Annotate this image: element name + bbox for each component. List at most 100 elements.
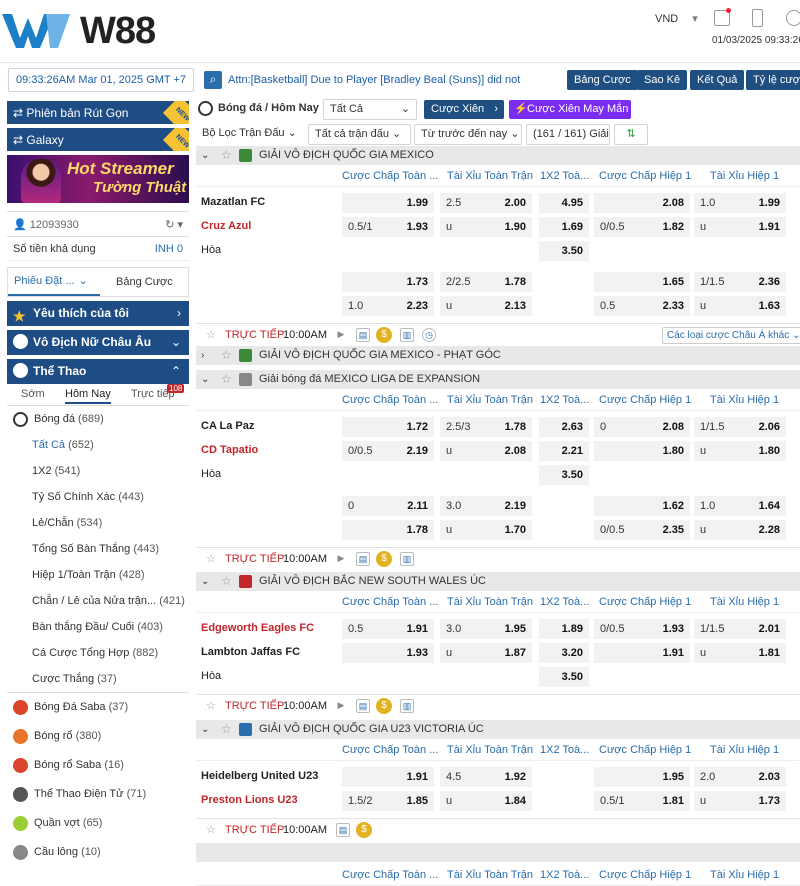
odds-cell[interactable]: 0/0.5 2.19 <box>342 441 434 461</box>
statement-button[interactable]: Sao Kê <box>637 70 688 90</box>
sport-item[interactable]: Bóng rổ Saba (16) <box>7 751 189 780</box>
results-button[interactable]: Kết Quả <box>690 70 745 90</box>
cashout-coin-icon[interactable]: $ <box>376 327 392 343</box>
odds-cell[interactable]: 3.0 1.95 <box>440 619 532 639</box>
lucky-parlay-button[interactable]: ⚡ Cược Xiên May Mắn <box>509 100 631 119</box>
football-submenu-item[interactable]: Tổng Số Bàn Thắng (443) <box>7 536 189 562</box>
star-icon[interactable]: ☆ <box>221 146 232 165</box>
history-icon[interactable]: ◷ <box>422 328 436 342</box>
odds-cell[interactable]: 1.73 <box>342 272 434 292</box>
search-icon[interactable]: ⌕ <box>204 71 222 89</box>
bet-slip-tab[interactable]: Phiếu Đặt ... ⌄ <box>8 268 100 296</box>
league-header[interactable]: ⌄ ☆ GIẢI VÔ ĐỊCH QUỐC GIA U23 VICTORIA ÚC <box>196 720 800 739</box>
cashout-coin-icon[interactable]: $ <box>356 822 372 838</box>
scoreboard-icon[interactable]: ▤ <box>356 328 370 342</box>
cashout-coin-icon[interactable]: $ <box>376 698 392 714</box>
odds-cell[interactable]: 0/0.5 1.93 <box>594 619 690 639</box>
sports-section[interactable]: Thể Thao ⌃ <box>7 359 189 384</box>
football-submenu-item[interactable]: Chẵn / Lẻ của Nửa trận... (421) <box>7 588 189 614</box>
odds-cell[interactable]: 3.20 <box>539 643 589 663</box>
odds-cell[interactable]: 2.63 <box>539 417 589 437</box>
odds-cell[interactable]: 1.5/2 1.85 <box>342 791 434 811</box>
odds-cell[interactable]: u 1.91 <box>694 217 786 237</box>
odds-cell[interactable]: 1/1.5 2.06 <box>694 417 786 437</box>
star-icon[interactable]: ☆ <box>206 819 216 841</box>
refresh-icon[interactable]: ↻ ▾ <box>165 212 183 238</box>
star-icon[interactable]: ☆ <box>221 346 232 365</box>
play-icon[interactable]: ▶ <box>334 328 348 342</box>
odds-cell[interactable]: 1.0 2.23 <box>342 296 434 316</box>
odds-cell[interactable]: 2/2.5 1.78 <box>440 272 532 292</box>
league-header[interactable]: ⌄ ☆ Giải bóng đá MEXICO LIGA DE EXPANSION <box>196 370 800 389</box>
sport-item[interactable]: Bóng Đá Saba (37) <box>7 693 189 722</box>
odds-cell[interactable]: 1.99 <box>342 193 434 213</box>
football-submenu-item[interactable]: Bàn thắng Đầu/ Cuối (403) <box>7 614 189 640</box>
odds-cell[interactable]: 1.78 <box>342 520 434 540</box>
odds-cell[interactable]: 1.91 <box>342 767 434 787</box>
favorites-section[interactable]: ★ Yêu thích của tôi › <box>7 301 189 326</box>
star-icon[interactable]: ☆ <box>221 572 232 591</box>
tab-early[interactable]: Sớm <box>21 388 45 400</box>
star-icon[interactable]: ☆ <box>206 548 216 570</box>
odds-cell[interactable]: u 1.90 <box>440 217 532 237</box>
odds-cell[interactable]: 0.5/1 1.81 <box>594 791 690 811</box>
football-submenu-item[interactable]: Lẻ/Chẵn (534) <box>7 510 189 536</box>
football-submenu-item[interactable]: Tỷ Số Chính Xác (443) <box>7 484 189 510</box>
odds-cell[interactable]: 1.72 <box>342 417 434 437</box>
odds-cell[interactable]: 1.0 1.99 <box>694 193 786 213</box>
sort-icon[interactable]: ⇅ <box>614 124 648 145</box>
league-header[interactable]: › ☆ GIẢI VÔ ĐỊCH QUỐC GIA MEXICO - PHẠT GÓ… <box>196 346 800 365</box>
sport-item[interactable]: Quần vợt (65) <box>7 809 189 838</box>
odds-button[interactable]: Tỷ lệ cược <box>746 70 800 90</box>
league-header[interactable] <box>196 843 800 862</box>
galaxy-button[interactable]: ⇄ Galaxy NEW <box>7 128 189 152</box>
odds-cell[interactable]: 1.80 <box>594 441 690 461</box>
odds-cell[interactable]: 1.0 1.64 <box>694 496 786 516</box>
odds-cell[interactable]: 2.0 2.03 <box>694 767 786 787</box>
mobile-icon[interactable] <box>752 9 763 27</box>
odds-cell[interactable]: u 1.73 <box>694 791 786 811</box>
odds-cell[interactable]: 2.5/3 1.78 <box>440 417 532 437</box>
w88-logo-icon[interactable] <box>2 8 72 50</box>
odds-cell[interactable]: u 1.70 <box>440 520 532 540</box>
user-icon[interactable] <box>786 10 800 26</box>
stats-chart-icon[interactable]: ▥ <box>400 328 414 342</box>
all-matches-select[interactable]: Tất cả trận đấu ⌄ <box>308 124 411 145</box>
sport-item[interactable]: Cầu lông (10) <box>7 838 189 867</box>
odds-cell[interactable]: 1.93 <box>342 643 434 663</box>
time-range-select[interactable]: Từ trước đến nay ⌄ <box>414 124 522 145</box>
odds-cell[interactable]: u 2.28 <box>694 520 786 540</box>
football-submenu-item[interactable]: Cá Cược Tổng Hợp (882) <box>7 640 189 666</box>
match-filter-select[interactable]: Bộ Lọc Trận Đấu ⌄ <box>196 124 302 145</box>
bet-list-button[interactable]: Bảng Cược <box>567 70 638 90</box>
odds-cell[interactable]: 1.91 <box>594 643 690 663</box>
odds-cell[interactable]: 0.5/1 1.93 <box>342 217 434 237</box>
stats-chart-icon[interactable]: ▥ <box>400 552 414 566</box>
parlay-button[interactable]: Cược Xiên › <box>424 100 504 119</box>
odds-cell[interactable]: 1.69 <box>539 217 589 237</box>
league-header[interactable]: ⌄ ☆ GIẢI VÔ ĐỊCH QUỐC GIA MEXICO <box>196 146 800 165</box>
more-bets-select[interactable]: Các loại cược Châu Á khác ⌄ <box>662 327 800 344</box>
odds-cell[interactable]: 1/1.5 2.01 <box>694 619 786 639</box>
odds-cell[interactable]: 2.21 <box>539 441 589 461</box>
odds-cell[interactable]: u 1.87 <box>440 643 532 663</box>
stats-chart-icon[interactable]: ▥ <box>400 699 414 713</box>
odds-cell[interactable]: 3.50 <box>539 241 589 261</box>
odds-cell[interactable]: u 1.80 <box>694 441 786 461</box>
play-icon[interactable]: ▶ <box>334 552 348 566</box>
announcement-icon[interactable] <box>714 8 731 26</box>
scoreboard-icon[interactable]: ▤ <box>356 552 370 566</box>
odds-cell[interactable]: u 1.63 <box>694 296 786 316</box>
odds-cell[interactable]: 3.50 <box>539 667 589 687</box>
currency-select[interactable]: VND ▾ <box>655 12 698 25</box>
league-header[interactable]: ⌄ ☆ GIẢI VÔ ĐỊCH BẮC NEW SOUTH WALES ÚC <box>196 572 800 591</box>
sport-item[interactable]: Bóng rổ (380) <box>7 722 189 751</box>
compact-version-button[interactable]: ⇄ Phiên bản Rút Gọn NEW <box>7 101 189 125</box>
announcement-text[interactable]: Attn:[Basketball] Due to Player [Bradley… <box>228 68 568 92</box>
league-count-select[interactable]: (161 / 161) Giải <box>526 124 610 145</box>
odds-cell[interactable]: 2.08 <box>594 193 690 213</box>
odds-cell[interactable]: u 1.81 <box>694 643 786 663</box>
football-submenu-item[interactable]: Hiệp 1/Toàn Trận (428) <box>7 562 189 588</box>
odds-cell[interactable]: u 2.13 <box>440 296 532 316</box>
odds-cell[interactable]: 1/1.5 2.36 <box>694 272 786 292</box>
